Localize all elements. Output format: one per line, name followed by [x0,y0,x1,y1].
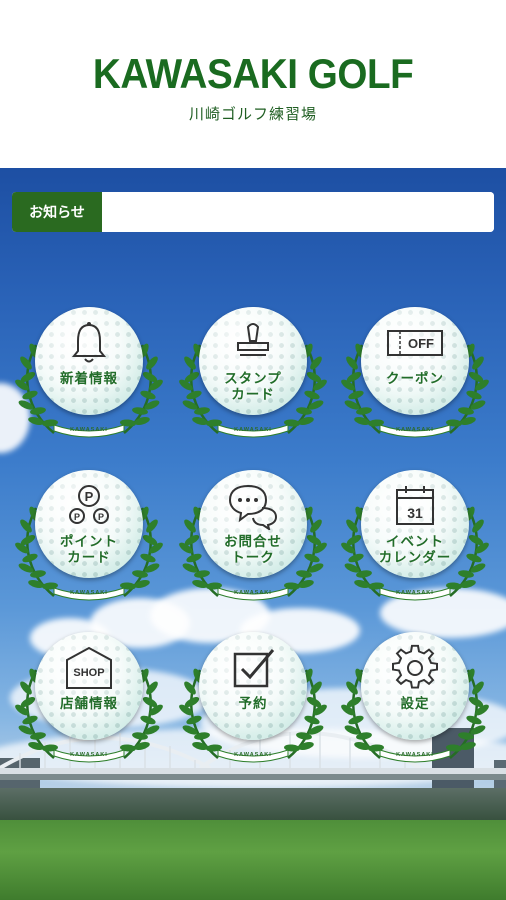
ribbon-text: KAWASAKI [234,427,272,433]
menu-label: イベント カレンダー [378,534,452,566]
menu-coupon[interactable]: OFF クーポン KAWASAKI [340,305,490,455]
menu-news[interactable]: 新着情報 KAWASAKI [14,305,164,455]
stamp-icon [229,319,277,367]
checkbox-icon [229,644,277,692]
notice-text[interactable] [102,192,494,232]
shop-icon: SHOP [63,644,115,692]
menu-event-calendar[interactable]: 31 イベント カレンダー KAWASAKI [340,468,490,618]
brand-subtitle: 川崎ゴルフ練習場 [188,104,317,123]
bell-icon [65,319,113,367]
ribbon-text: KAWASAKI [396,590,434,596]
ribbon-text: KAWASAKI [396,752,434,758]
menu-stamp-card[interactable]: スタンプ カード KAWASAKI [178,305,328,455]
svg-text:31: 31 [407,505,423,521]
menu-label: スタンプ カード [224,371,282,403]
chat-icon [226,482,280,532]
ribbon-text: KAWASAKI [70,427,108,433]
notice-bar[interactable]: お知らせ [12,192,494,232]
notice-label: お知らせ [12,192,102,232]
menu-label: 予約 [238,696,268,712]
calendar-icon: 31 [391,482,439,530]
menu-contact-talk[interactable]: お問合せ トーク KAWASAKI [178,468,328,618]
svg-text:P: P [98,512,104,522]
menu-label: 設定 [400,696,430,712]
ribbon-text: KAWASAKI [234,590,272,596]
svg-text:P: P [85,489,94,504]
ribbon-text: KAWASAKI [70,590,108,596]
coupon-icon-text: OFF [408,336,434,351]
menu-label: お問合せ トーク [224,534,282,566]
menu-reservation[interactable]: 予約 KAWASAKI [178,630,328,780]
brand-logo-text: KAWASAKI GOLF [92,49,414,97]
menu-label: ポイント カード [60,534,118,566]
menu-label: 新着情報 [60,371,118,387]
gear-icon [391,644,439,692]
menu-point-card[interactable]: P P P ポイント カード KAWASAKI [14,468,164,618]
coupon-icon: OFF [386,319,444,367]
ribbon-text: KAWASAKI [70,752,108,758]
menu-label: クーポン [386,371,444,387]
point-icon: P P P [65,482,113,530]
svg-text:SHOP: SHOP [73,667,104,679]
ribbon-text: KAWASAKI [396,427,434,433]
svg-text:P: P [74,512,80,522]
menu-shop-info[interactable]: SHOP 店舗情報 KAWASAKI [14,630,164,780]
menu-label: 店舗情報 [60,696,118,712]
menu-settings[interactable]: 設定 KAWASAKI [340,630,490,780]
ribbon-text: KAWASAKI [234,752,272,758]
app-header: KAWASAKI GOLF 川崎ゴルフ練習場 [0,0,506,168]
